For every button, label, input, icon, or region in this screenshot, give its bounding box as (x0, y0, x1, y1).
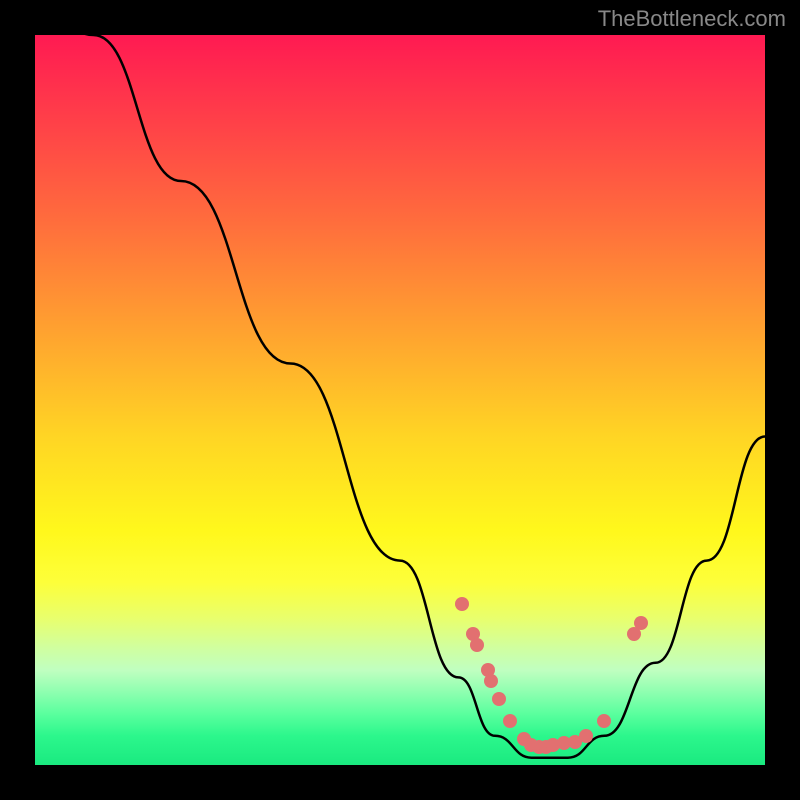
data-point (470, 638, 484, 652)
data-point (503, 714, 517, 728)
data-point (579, 729, 593, 743)
data-point (597, 714, 611, 728)
bottleneck-curve (35, 35, 765, 765)
data-point (634, 616, 648, 630)
data-point (455, 597, 469, 611)
data-point (492, 692, 506, 706)
watermark-text: TheBottleneck.com (598, 6, 786, 32)
data-point (484, 674, 498, 688)
chart-plot-area (35, 35, 765, 765)
